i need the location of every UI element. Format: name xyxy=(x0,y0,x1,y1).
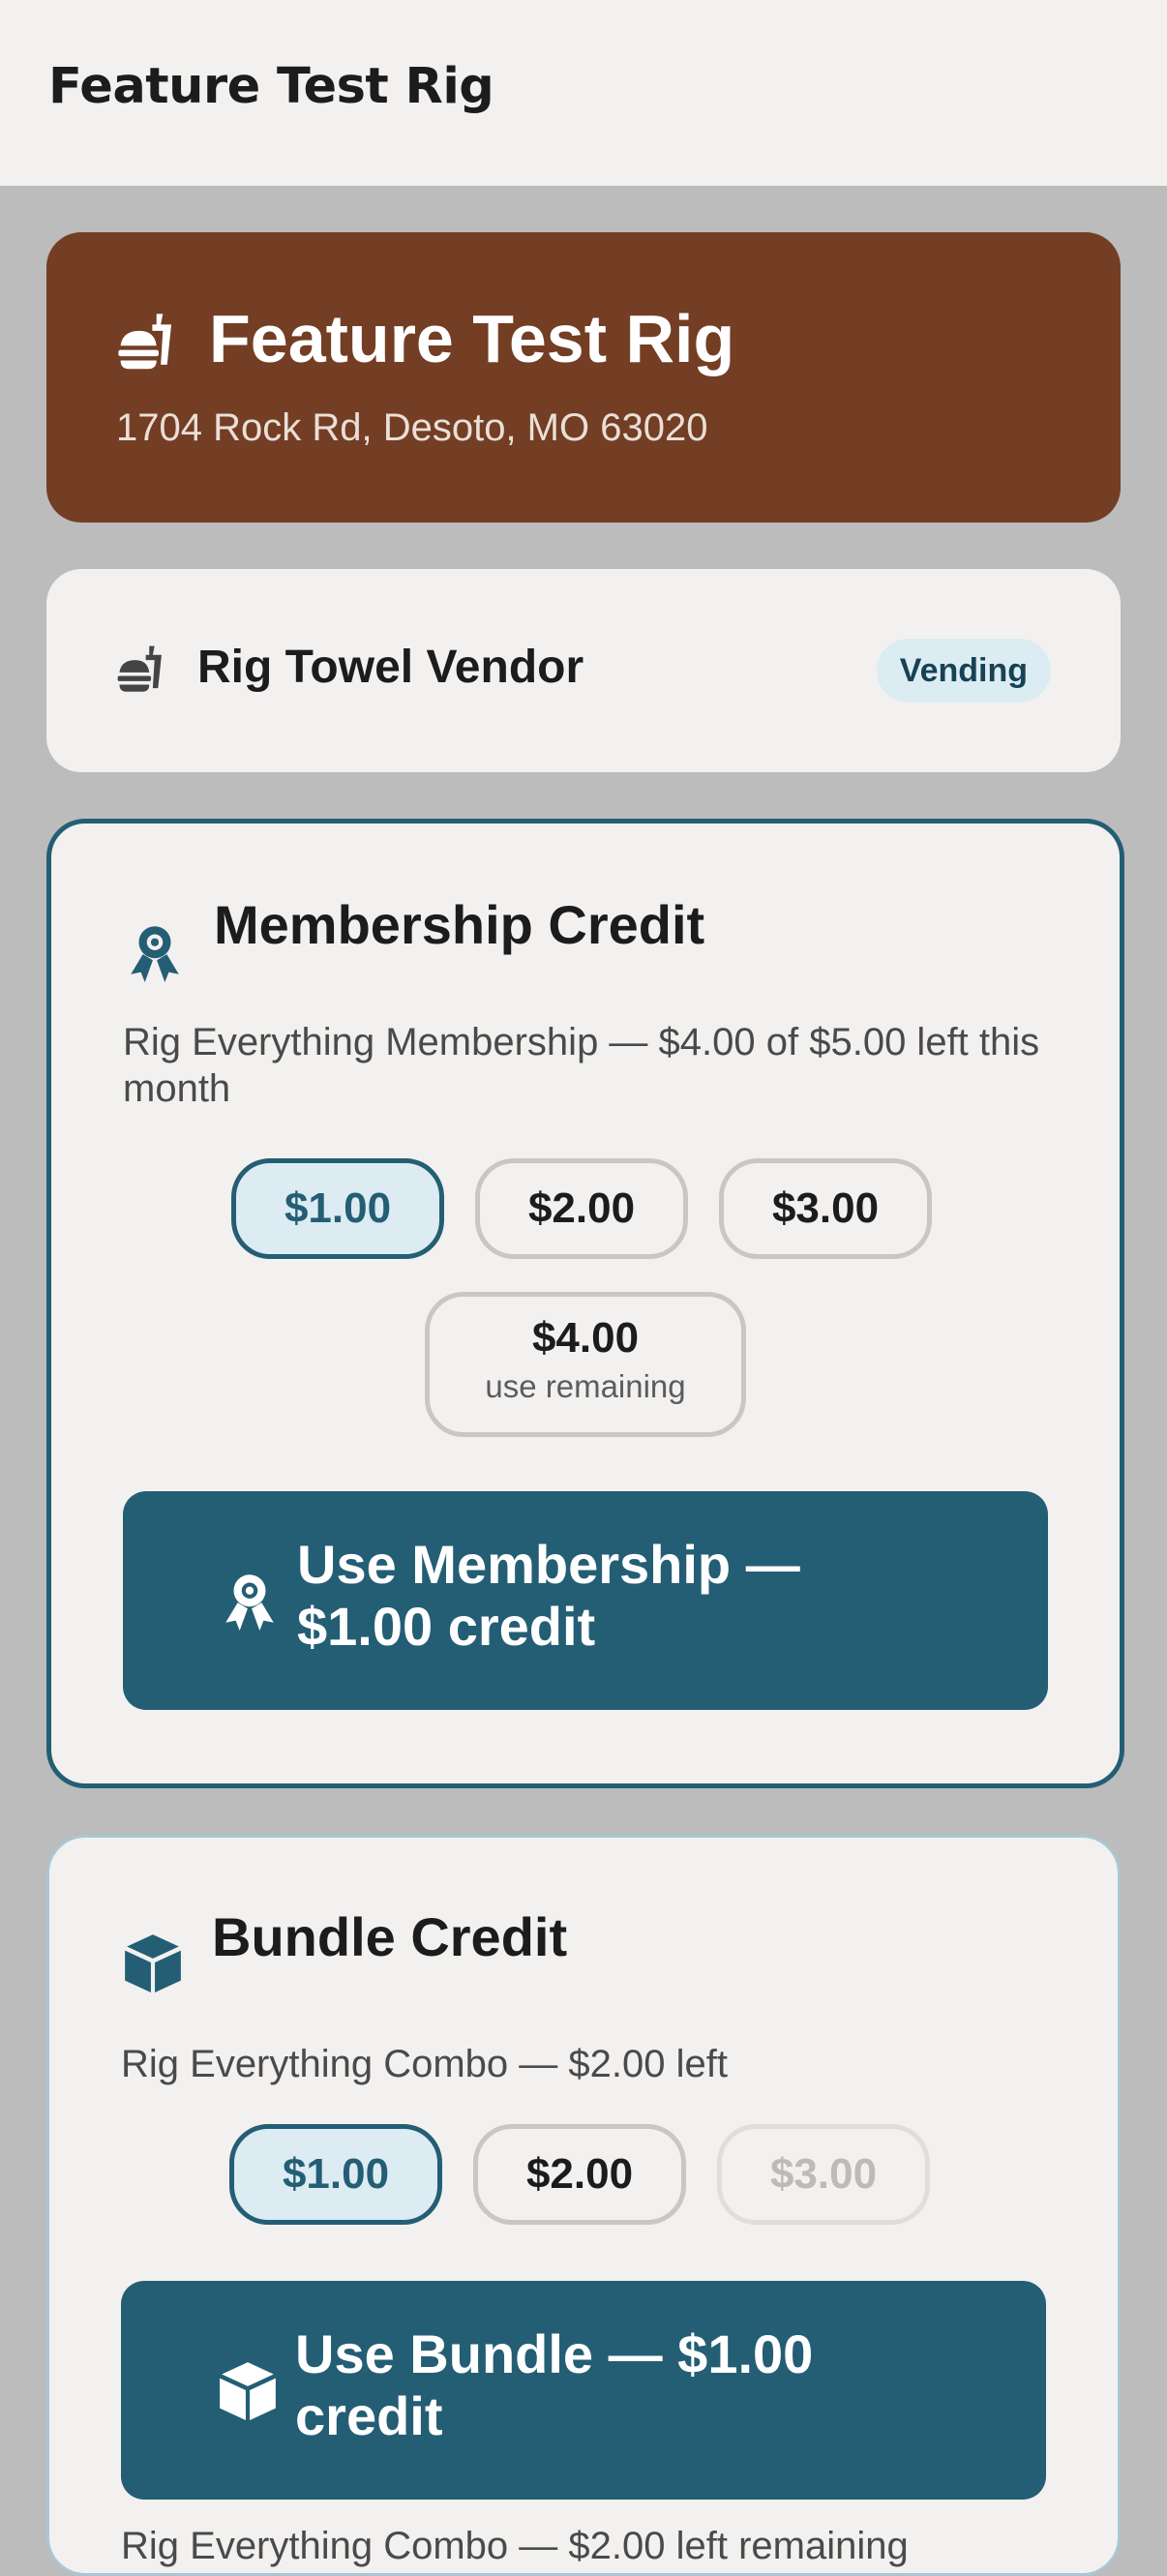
cube-icon xyxy=(125,1934,181,1992)
bundle-amount-1[interactable]: $1.00 xyxy=(229,2124,442,2225)
award-icon xyxy=(225,1574,274,1631)
app-title: Feature Test Rig xyxy=(48,58,494,115)
use-membership-button[interactable]: Use Membership — $1.00 credit xyxy=(123,1491,1048,1710)
use-membership-label: Use Membership — $1.00 credit xyxy=(297,1534,800,1657)
vendor-type-badge: Vending xyxy=(876,639,1051,703)
vendor-card[interactable]: Rig Towel Vendor Vending xyxy=(46,569,1121,772)
amount-sublabel: use remaining xyxy=(485,1368,686,1404)
membership-amount-3[interactable]: $3.00 xyxy=(719,1158,932,1259)
membership-title: Membership Credit xyxy=(214,894,705,955)
bundle-amount-2[interactable]: $2.00 xyxy=(473,2124,686,2225)
location-address: 1704 Rock Rd, Desoto, MO 63020 xyxy=(116,406,708,449)
bundle-description: Rig Everything Combo — $2.00 left xyxy=(121,2043,728,2085)
membership-amount-2[interactable]: $2.00 xyxy=(475,1158,688,1259)
cube-icon xyxy=(220,2362,276,2420)
fastfood-icon xyxy=(118,314,172,370)
award-icon xyxy=(131,926,179,982)
use-bundle-button[interactable]: Use Bundle — $1.00 credit xyxy=(121,2281,1046,2500)
membership-credit-card: Membership Credit Rig Everything Members… xyxy=(46,819,1124,1788)
location-title: Feature Test Rig xyxy=(209,301,735,376)
bundle-title: Bundle Credit xyxy=(212,1906,568,1967)
fastfood-icon xyxy=(117,645,162,692)
bundle-credit-card: Bundle Credit Rig Everything Combo — $2.… xyxy=(46,1835,1121,2576)
bundle-footer-text: Rig Everything Combo — $2.00 left remain… xyxy=(121,2525,909,2567)
location-banner: Feature Test Rig 1704 Rock Rd, Desoto, M… xyxy=(46,232,1121,523)
membership-amount-1[interactable]: $1.00 xyxy=(231,1158,444,1259)
use-bundle-label: Use Bundle — $1.00 credit xyxy=(295,2323,814,2446)
vendor-name: Rig Towel Vendor xyxy=(197,642,584,693)
amount-label: $4.00 xyxy=(531,1314,640,1362)
app-header: Feature Test Rig xyxy=(0,0,1167,186)
membership-amount-remaining[interactable]: $4.00 use remaining xyxy=(425,1292,746,1437)
bundle-amount-3: $3.00 xyxy=(717,2124,930,2225)
membership-description: Rig Everything Membership — $4.00 of $5.… xyxy=(123,1021,1040,1110)
